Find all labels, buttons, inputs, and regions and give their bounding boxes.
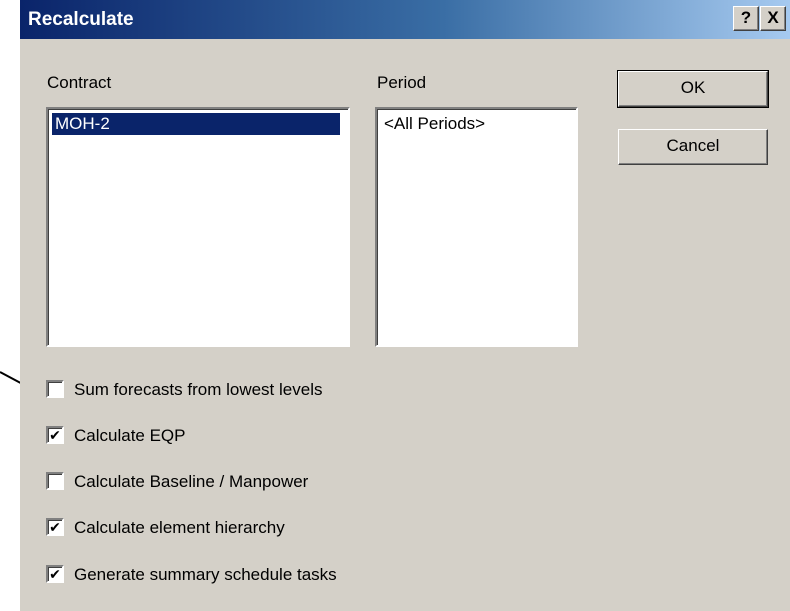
calculate-baseline-checkbox[interactable] [46, 472, 64, 490]
sum-forecasts-checkbox[interactable] [46, 380, 64, 398]
period-listbox[interactable]: <All Periods> [375, 107, 578, 347]
contract-label: Contract [47, 73, 112, 92]
contract-listbox[interactable]: MOH-2 [46, 107, 350, 347]
cancel-button[interactable]: Cancel [618, 129, 768, 165]
title-bar[interactable]: Recalculate ? X [20, 0, 790, 39]
ok-button[interactable]: OK [617, 70, 769, 108]
calculate-eqp-label: Calculate EQP [74, 426, 186, 445]
sum-forecasts-label: Sum forecasts from lowest levels [74, 380, 323, 399]
period-item-all-periods[interactable]: <All Periods> [381, 113, 488, 135]
calculate-baseline-label: Calculate Baseline / Manpower [74, 472, 309, 491]
generate-summary-checkbox[interactable]: ✔ [46, 565, 64, 583]
element-hierarchy-checkbox[interactable]: ✔ [46, 518, 64, 536]
recalculate-dialog: Recalculate ? X Contract MOH-2 Period <A… [20, 0, 790, 611]
help-button[interactable]: ? [733, 6, 759, 31]
period-label: Period [377, 73, 427, 92]
element-hierarchy-label: Calculate element hierarchy [74, 518, 285, 537]
contract-item-moh-2[interactable]: MOH-2 [52, 113, 340, 135]
calculate-eqp-checkbox[interactable]: ✔ [46, 426, 64, 444]
generate-summary-label: Generate summary schedule tasks [74, 565, 337, 584]
window-title: Recalculate [28, 9, 134, 30]
close-button[interactable]: X [760, 6, 786, 31]
